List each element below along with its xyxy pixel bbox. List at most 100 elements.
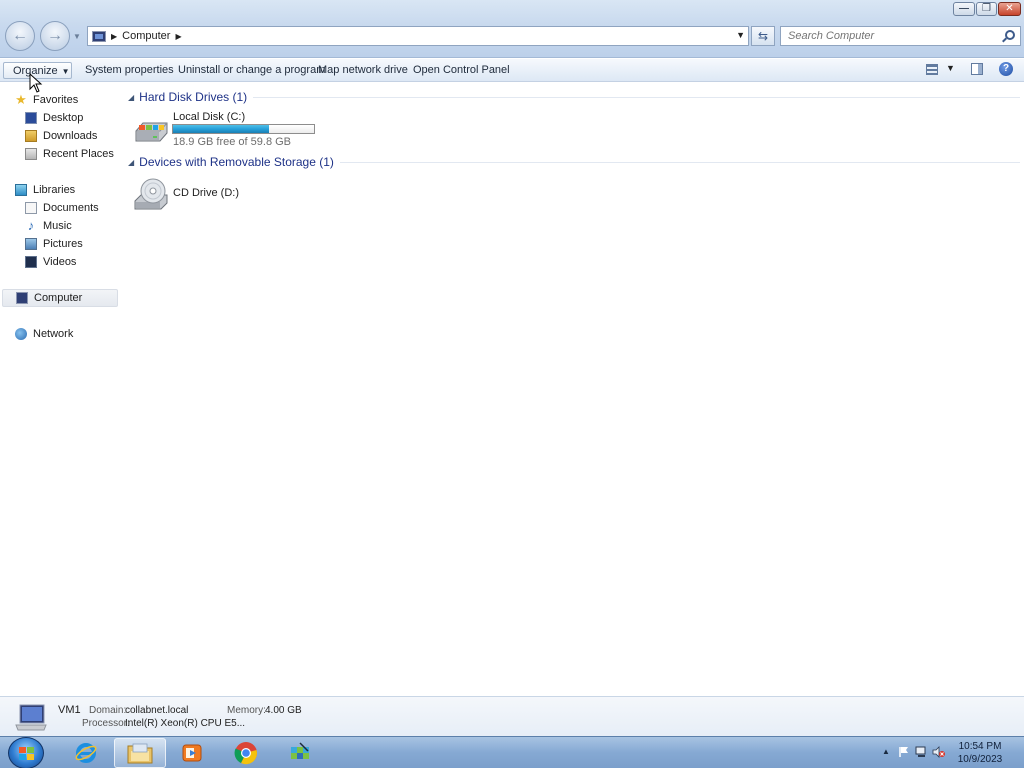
memory-label: Memory:: [227, 705, 266, 716]
command-bar: Organize ▼ System properties Uninstall or…: [0, 59, 1024, 82]
star-icon: ★: [15, 92, 27, 107]
taskbar-chrome[interactable]: [220, 738, 272, 768]
minimize-icon: —: [959, 3, 969, 14]
maximize-button[interactable]: ❐: [976, 2, 997, 16]
documents-icon: [25, 202, 37, 214]
mouse-pointer-icon: [29, 73, 43, 93]
taskbar-media-player[interactable]: [166, 738, 218, 768]
restore-icon: ❐: [982, 3, 991, 14]
nav-label: Libraries: [33, 184, 76, 196]
network-icon: [15, 328, 27, 340]
videos-icon: [25, 256, 37, 268]
nav-label: Network: [33, 328, 74, 340]
volume-muted-icon[interactable]: [932, 746, 945, 758]
address-bar[interactable]: ▶ Computer ▶ ▼: [87, 26, 749, 46]
breadcrumb-separator-icon[interactable]: ▶: [111, 32, 117, 41]
drive-name-local-disk[interactable]: Local Disk (C:): [173, 111, 245, 123]
show-hidden-icons-button[interactable]: ▲: [882, 747, 890, 756]
cd-drive-icon[interactable]: [133, 177, 171, 211]
taskbar-windows-explorer[interactable]: [114, 738, 166, 768]
nav-favorites[interactable]: ★ Favorites: [15, 91, 78, 109]
divider: [253, 97, 1020, 98]
refresh-button[interactable]: ⇆: [751, 26, 775, 46]
nav-videos[interactable]: Videos: [25, 253, 76, 271]
nav-label: Pictures: [43, 238, 83, 250]
desktop-icon: [25, 112, 37, 124]
recent-pages-dropdown[interactable]: ▼: [73, 32, 81, 41]
open-control-panel-button[interactable]: Open Control Panel: [409, 62, 514, 79]
hard-disk-drive-icon[interactable]: [133, 119, 169, 145]
breadcrumb-separator-icon[interactable]: ▶: [175, 32, 181, 41]
internet-explorer-icon: [75, 743, 97, 763]
chevron-down-icon: ▼: [61, 67, 70, 76]
nav-pictures[interactable]: Pictures: [25, 235, 83, 253]
uninstall-program-button[interactable]: Uninstall or change a program: [174, 62, 329, 79]
application-icon: [291, 742, 309, 759]
group-label: Hard Disk Drives (1): [139, 90, 248, 104]
refresh-icon: ⇆: [757, 29, 769, 43]
nav-downloads[interactable]: Downloads: [25, 127, 97, 145]
nav-label: Computer: [34, 292, 83, 304]
search-input[interactable]: [788, 30, 998, 42]
taskbar-app-grid[interactable]: [274, 738, 326, 768]
start-button[interactable]: [8, 737, 44, 768]
nav-computer[interactable]: Computer: [2, 289, 118, 307]
nav-label: Desktop: [43, 112, 84, 124]
help-icon[interactable]: ?: [999, 62, 1013, 76]
collapse-icon[interactable]: ◢: [128, 158, 134, 167]
details-pane: VM1 Domain: collabnet.local Memory: 4.00…: [0, 696, 1024, 736]
divider: [339, 162, 1020, 163]
close-button[interactable]: ✕: [998, 2, 1021, 16]
nav-label: Downloads: [43, 130, 98, 142]
memory-value: 4.00 GB: [265, 705, 302, 716]
system-clock[interactable]: 10:54 PM 10/9/2023: [946, 740, 1014, 766]
back-button[interactable]: ←: [5, 21, 35, 51]
media-player-icon: [182, 744, 202, 762]
disk-usage-bar: [172, 124, 315, 134]
window-titlebar: — ❐ ✕ ← → ▼ ▶ Computer ▶ ▼ ⇆: [0, 0, 1024, 58]
collapse-icon[interactable]: ◢: [128, 93, 134, 102]
downloads-folder-icon: [25, 130, 37, 142]
nav-documents[interactable]: Documents: [25, 199, 99, 217]
nav-network[interactable]: Network: [15, 325, 73, 343]
back-arrow-icon: ←: [12, 27, 28, 44]
taskbar: ▲: [0, 736, 1024, 768]
search-box[interactable]: [780, 26, 1021, 46]
disk-usage-fill: [173, 125, 270, 133]
action-center-flag-icon[interactable]: [898, 746, 910, 758]
computer-name: VM1: [58, 704, 81, 716]
change-view-icon[interactable]: [926, 64, 938, 75]
group-header-hard-disk-drives[interactable]: ◢ Hard Disk Drives (1): [128, 89, 1020, 105]
network-status-icon[interactable]: [915, 746, 928, 758]
forward-button[interactable]: →: [40, 21, 70, 51]
recent-places-icon: [25, 148, 37, 160]
system-properties-button[interactable]: System properties: [81, 62, 178, 79]
minimize-button[interactable]: —: [953, 2, 975, 16]
nav-label: Documents: [43, 202, 99, 214]
drive-name-cd-drive[interactable]: CD Drive (D:): [173, 187, 239, 199]
group-label: Devices with Removable Storage (1): [139, 155, 334, 169]
drive-free-space: 18.9 GB free of 59.8 GB: [173, 136, 292, 148]
computer-icon: [15, 704, 47, 731]
search-icon[interactable]: [1005, 30, 1015, 40]
computer-icon: [92, 30, 106, 42]
nav-desktop[interactable]: Desktop: [25, 109, 83, 127]
computer-icon: [16, 292, 28, 304]
nav-music[interactable]: ♪ Music: [25, 217, 72, 235]
domain-value: collabnet.local: [125, 705, 189, 716]
processor-label: Processor:: [82, 718, 130, 729]
nav-libraries[interactable]: Libraries: [15, 181, 75, 199]
group-header-removable-storage[interactable]: ◢ Devices with Removable Storage (1): [128, 154, 1020, 170]
breadcrumb-computer[interactable]: Computer: [122, 30, 170, 42]
map-network-drive-button[interactable]: Map network drive: [314, 62, 412, 79]
close-icon: ✕: [1005, 3, 1014, 14]
taskbar-internet-explorer[interactable]: [60, 738, 112, 768]
nav-label: Favorites: [33, 94, 79, 106]
preview-pane-icon[interactable]: [971, 63, 983, 75]
forward-arrow-icon: →: [47, 27, 63, 44]
view-options-dropdown-icon[interactable]: ▼: [946, 63, 955, 73]
address-dropdown-icon[interactable]: ▼: [736, 30, 745, 40]
windows-logo-icon: [19, 747, 34, 760]
navigation-pane: ★ Favorites Desktop Downloads Recent Pla…: [0, 83, 122, 695]
nav-recent-places[interactable]: Recent Places: [25, 145, 114, 163]
